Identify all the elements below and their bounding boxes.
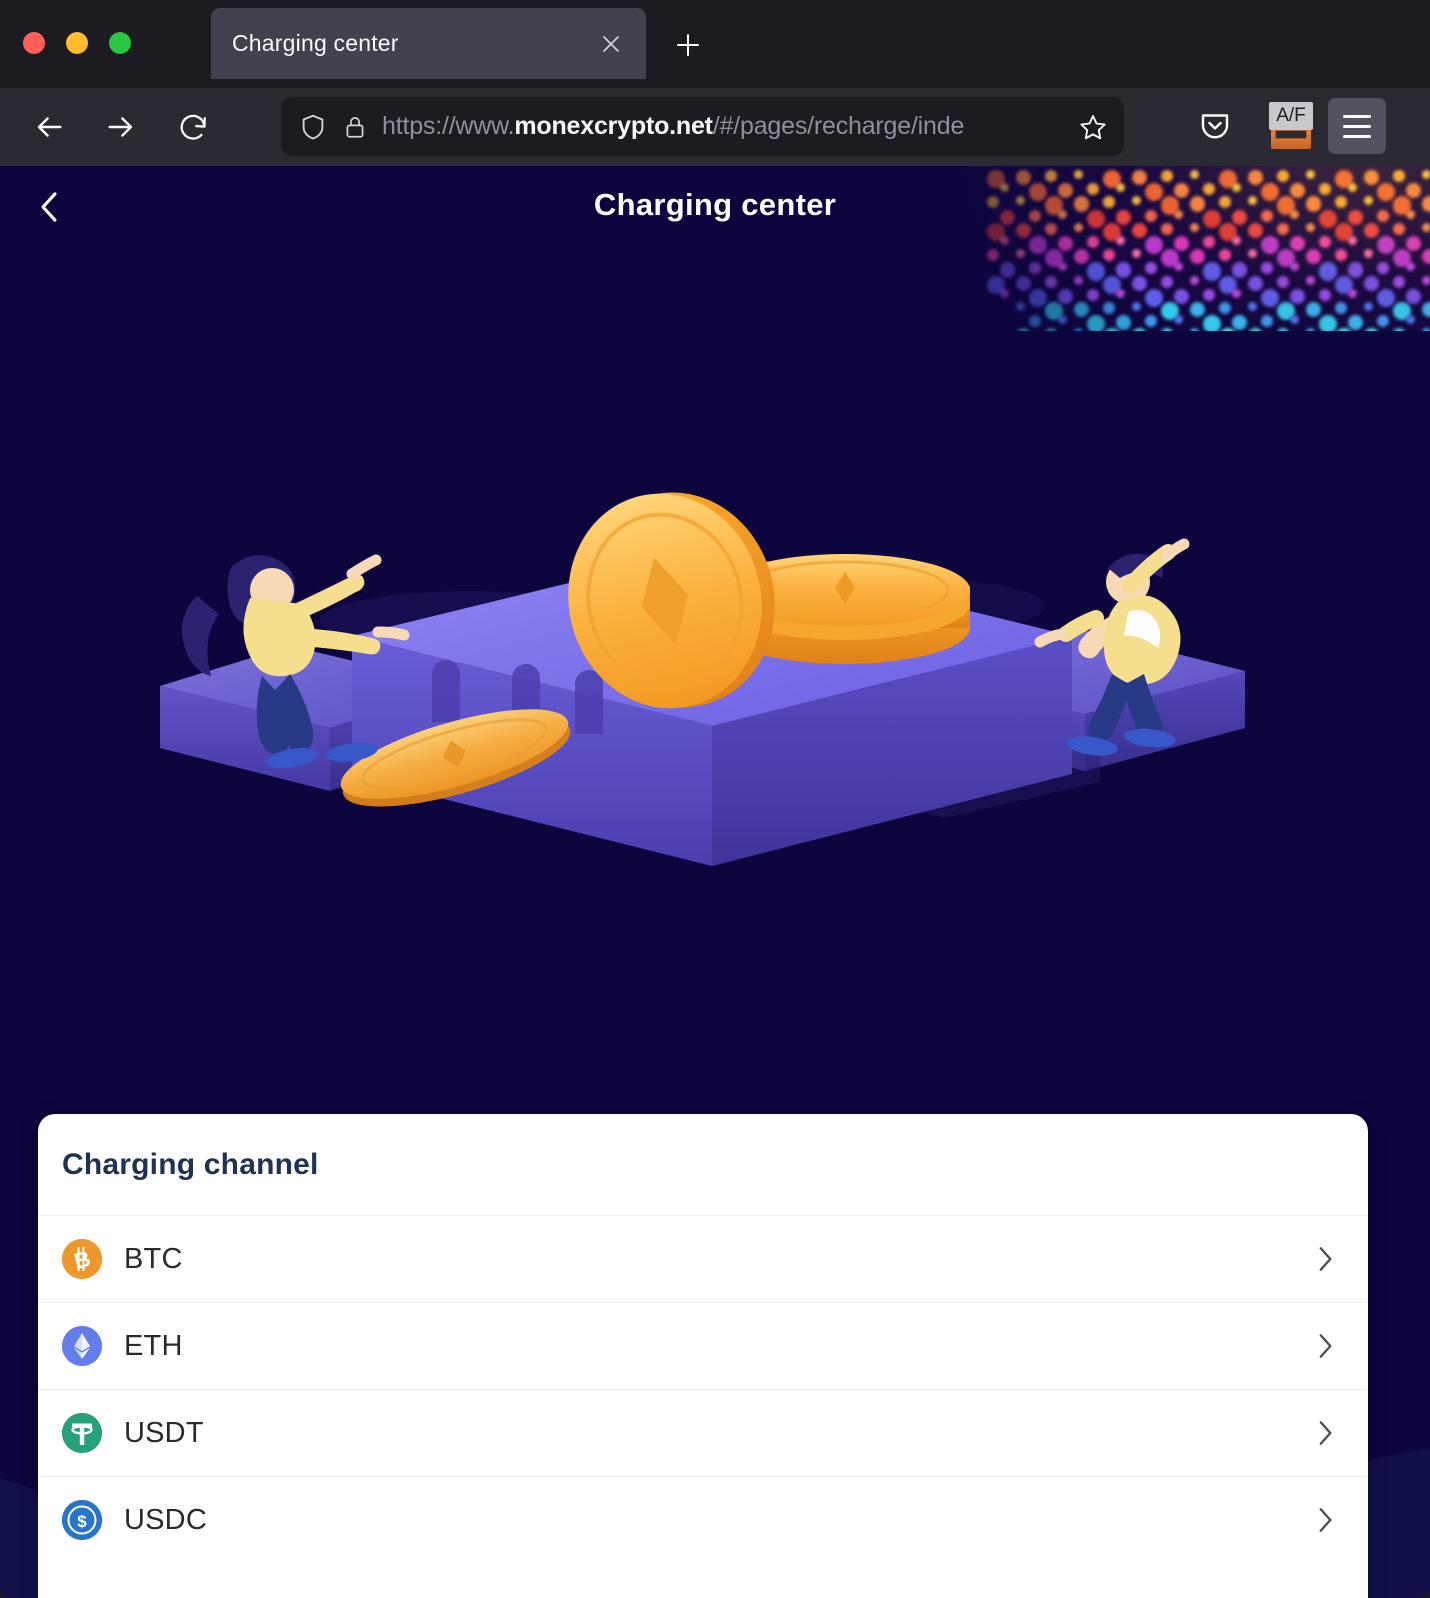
channel-label: USDC <box>124 1503 207 1536</box>
channel-row-eth[interactable]: ETH <box>38 1302 1368 1389</box>
af-extension-icon: A/F <box>1267 102 1315 150</box>
tab-strip: Charging center <box>0 0 1430 88</box>
crypto-illustration <box>160 492 1245 866</box>
pocket-icon[interactable] <box>1191 102 1239 150</box>
window-controls <box>23 32 131 54</box>
chevron-right-icon[interactable] <box>1310 1418 1340 1448</box>
chevron-right-icon[interactable] <box>1310 1331 1340 1361</box>
maximize-window-button[interactable] <box>109 32 131 54</box>
bitcoin-icon: B <box>62 1239 102 1279</box>
browser-tab[interactable]: Charging center <box>211 8 646 79</box>
channel-row-usdc[interactable]: $ USDC <box>38 1476 1368 1563</box>
close-tab-icon[interactable] <box>594 27 628 61</box>
af-extension-base <box>1271 127 1311 149</box>
charging-channel-card: Charging channel B BTC ETH USDT $ USDC <box>38 1114 1368 1598</box>
back-button[interactable] <box>24 102 74 152</box>
svg-text:$: $ <box>77 1512 87 1531</box>
hamburger-menu-icon[interactable] <box>1328 98 1386 154</box>
new-tab-button[interactable] <box>665 22 711 68</box>
af-extension-label: A/F <box>1269 102 1313 130</box>
card-footer-spacer <box>38 1563 1368 1598</box>
url-text: https://www.monexcrypto.net/#/pages/rech… <box>382 112 1064 141</box>
bookmark-star-icon[interactable] <box>1078 112 1108 142</box>
lock-icon[interactable] <box>342 114 368 140</box>
ethereum-icon <box>62 1326 102 1366</box>
shield-icon[interactable] <box>298 112 328 142</box>
chevron-right-icon[interactable] <box>1310 1244 1340 1274</box>
browser-window: Charging center https://www.monexcrypto.… <box>0 0 1430 1598</box>
channel-label: BTC <box>124 1242 183 1275</box>
page-viewport: Charging center Charging channel B BTC E… <box>0 166 1430 1598</box>
url-path: /#/pages/recharge/inde <box>712 112 965 140</box>
address-bar[interactable]: https://www.monexcrypto.net/#/pages/rech… <box>281 97 1124 156</box>
channel-label: ETH <box>124 1329 183 1362</box>
page-header: Charging center <box>0 166 1430 244</box>
url-host: monexcrypto.net <box>514 112 713 140</box>
url-scheme: https://www. <box>382 112 515 140</box>
close-window-button[interactable] <box>23 32 45 54</box>
usdc-icon: $ <box>62 1500 102 1540</box>
channel-label: USDT <box>124 1416 204 1449</box>
extension-button[interactable]: A/F <box>1265 100 1317 152</box>
card-heading: Charging channel <box>62 1148 319 1181</box>
browser-chrome: Charging center https://www.monexcrypto.… <box>0 0 1430 166</box>
tab-title: Charging center <box>232 30 399 56</box>
page-back-button[interactable] <box>22 182 76 232</box>
minimize-window-button[interactable] <box>66 32 88 54</box>
page-title: Charging center <box>593 187 837 222</box>
channel-row-usdt[interactable]: USDT <box>38 1389 1368 1476</box>
tether-icon <box>62 1413 102 1453</box>
channel-row-btc[interactable]: B BTC <box>38 1215 1368 1302</box>
chevron-right-icon[interactable] <box>1310 1505 1340 1535</box>
reload-button[interactable] <box>168 102 218 152</box>
forward-button[interactable] <box>96 102 146 152</box>
